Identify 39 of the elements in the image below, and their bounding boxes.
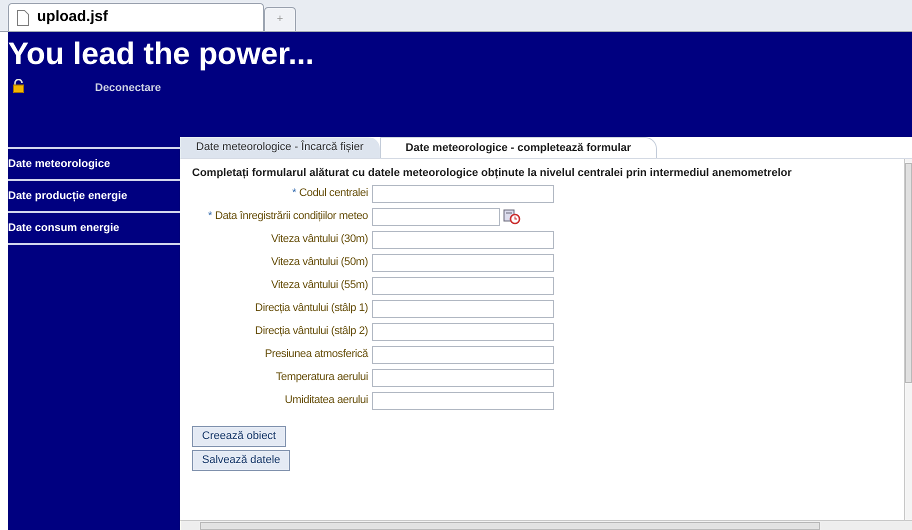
field-label: Direcția vântului (stâlp 2) (254, 324, 369, 340)
page-icon (17, 10, 29, 26)
form-button[interactable]: Salvează datele (192, 450, 290, 470)
input-field[interactable] (372, 300, 554, 318)
tab[interactable]: Date meteorologice - completează formular (380, 137, 658, 158)
input-field[interactable] (372, 230, 554, 248)
tab-title: upload.jsf (37, 7, 108, 28)
calendar-clock-icon[interactable] (503, 208, 521, 225)
input-field[interactable] (372, 392, 554, 410)
vertical-scrollbar[interactable] (904, 159, 912, 520)
input-field[interactable] (372, 276, 554, 294)
form-button[interactable]: Creează obiect (192, 426, 286, 446)
field-label: Viteza vântului (30m) (270, 232, 369, 248)
required-asterisk: * (292, 186, 296, 202)
sidebar-item[interactable]: Date meteorologice (8, 156, 110, 172)
input-field[interactable] (372, 346, 554, 364)
logout-link[interactable]: Deconectare (95, 80, 162, 96)
input-field[interactable] (372, 368, 554, 386)
input-field[interactable] (372, 322, 554, 340)
tab[interactable]: Date meteorologice - Încarcă fișier (180, 137, 380, 158)
sidebar-item[interactable]: Date consum energie (8, 220, 120, 236)
form-instructions: Completați formularul alăturat cu datele meteorologice obținute la nivelul centralei prin intermediul anemometrelor (192, 166, 793, 181)
field-label: Viteza vântului (50m) (270, 255, 369, 270)
input-field[interactable] (372, 184, 554, 202)
field-label: Codul centralei (299, 186, 368, 202)
field-label: Temperatura aerului (274, 370, 369, 386)
field-label: Direcția vântului (stâlp 1) (254, 301, 369, 316)
input-field[interactable] (372, 254, 554, 272)
padlock-icon (13, 79, 24, 93)
site-title: You lead the power... (8, 38, 314, 69)
field-label: Data înregistrării condițiilor meteo (214, 209, 368, 224)
field-label: Presiunea atmosferică (264, 347, 370, 362)
horizontal-scrollbar[interactable] (180, 520, 912, 530)
sidebar-item[interactable]: Date producție energie (8, 188, 128, 204)
date-field[interactable] (372, 208, 500, 226)
field-label: Viteza vântului (55m) (270, 278, 369, 294)
field-label: Umiditatea aerului (284, 393, 369, 408)
required-asterisk: * (208, 209, 212, 224)
browser-tab[interactable]: upload.jsf (8, 3, 264, 31)
